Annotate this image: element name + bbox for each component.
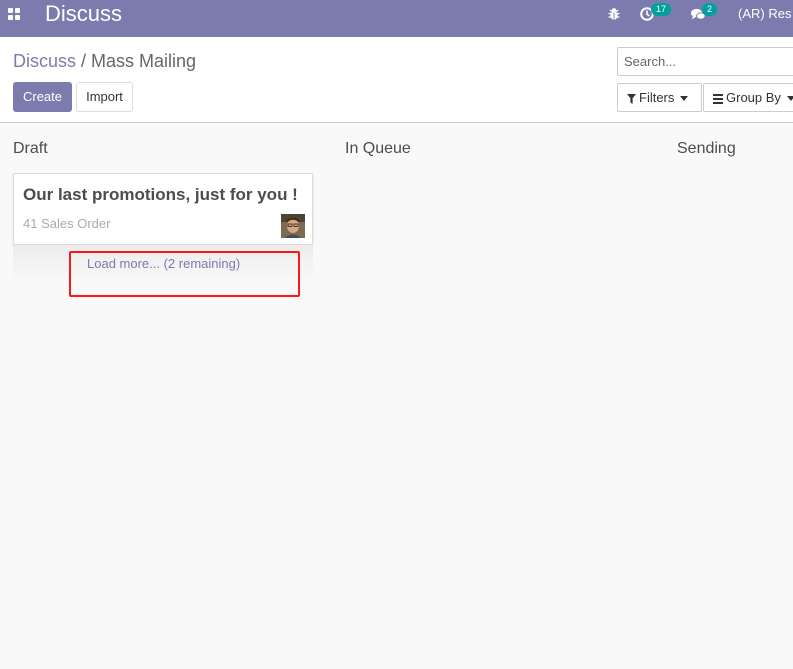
apps-icon[interactable] [8,8,20,20]
control-panel: Discuss/Mass Mailing Create Import Filte… [0,37,793,123]
import-button[interactable]: Import [76,82,133,112]
user-menu[interactable]: (AR) Res [738,6,791,21]
breadcrumb-discuss[interactable]: Discuss [13,51,76,71]
filters-label: Filters [639,90,675,105]
group-by-label: Group By [726,90,781,105]
card-title: Our last promotions, just for you ! [23,185,298,204]
bug-icon[interactable] [606,6,622,22]
chevron-down-icon [680,96,689,102]
top-navbar: Discuss 17 2 (AR) Res [0,0,793,37]
app-name[interactable]: Discuss [45,1,122,27]
kanban-card[interactable]: Our last promotions, just for you ! 41 S… [13,173,313,245]
activity-badge: 17 [651,3,672,16]
filter-icon [627,93,636,104]
column-title-in-queue: In Queue [345,140,411,157]
group-by-dropdown[interactable]: Group By [703,83,793,112]
breadcrumb-current: Mass Mailing [91,51,197,71]
avatar[interactable] [281,214,305,238]
highlight-box [69,251,300,297]
search-box [617,47,793,76]
column-title-draft: Draft [13,140,48,157]
card-subtitle: 41 Sales Order [23,216,111,231]
chevron-down-icon [786,96,793,102]
filters-dropdown[interactable]: Filters [617,83,702,112]
message-badge: 2 [702,3,718,16]
create-button[interactable]: Create [13,82,72,112]
breadcrumb-separator: / [81,51,87,71]
breadcrumb: Discuss / Mass Mailing [13,50,196,72]
search-input[interactable] [618,48,793,75]
column-title-sending: Sending [677,140,736,157]
bars-icon [713,94,723,105]
